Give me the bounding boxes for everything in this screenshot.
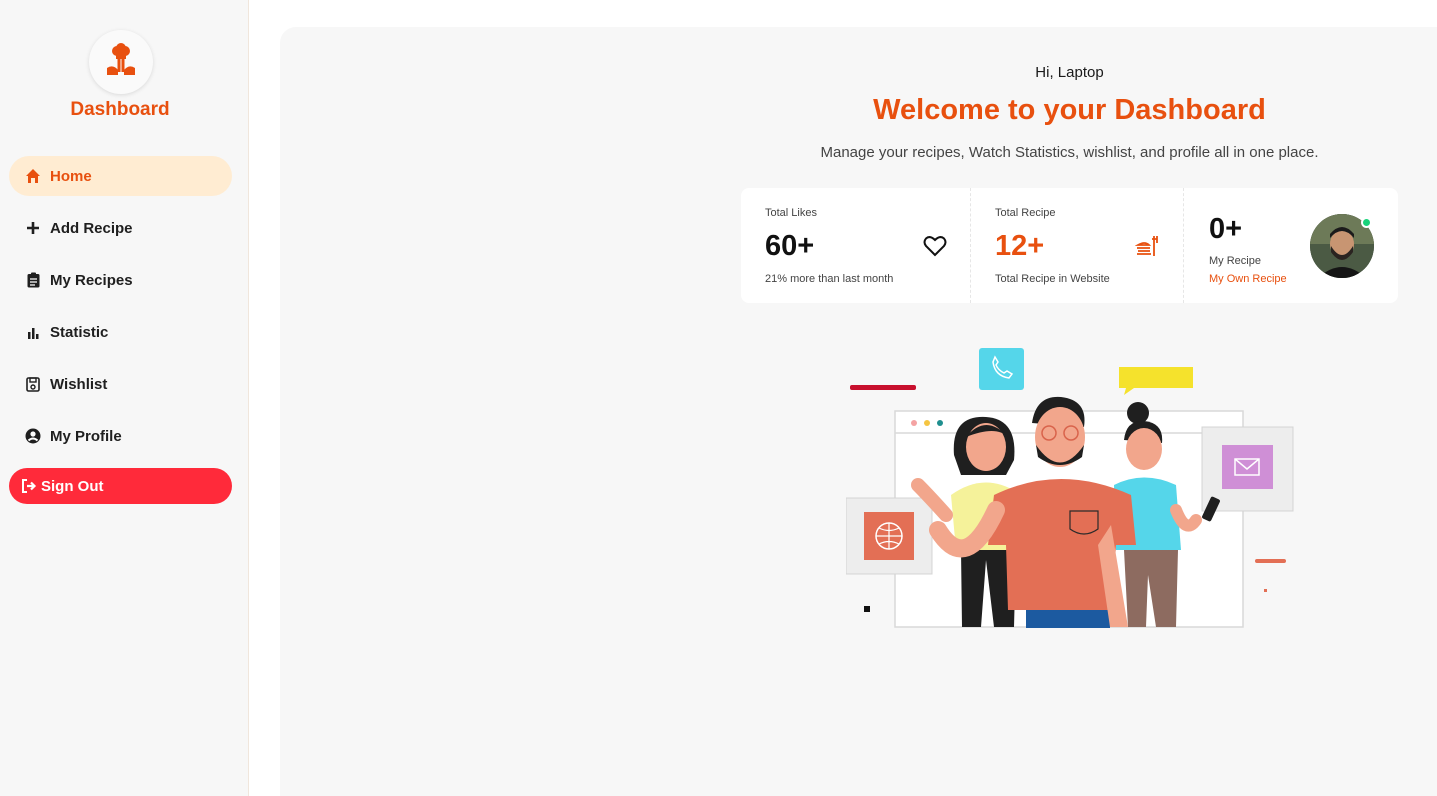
stat-value: 12+ [995,230,1045,262]
bar-chart-icon [25,324,41,340]
brand-title: Dashboard [70,99,170,120]
sign-out-label: Sign Out [41,477,104,495]
save-icon [25,376,41,392]
my-own-recipe-link[interactable]: My Own Recipe [1209,273,1287,285]
plus-icon [25,220,41,236]
sidebar-item-statistic[interactable]: Statistic [9,312,232,352]
stat-label: My Recipe [1209,255,1261,267]
stat-my-recipe: 0+ My Recipe My Own Recipe [1184,188,1398,303]
sidebar-item-label: Home [50,167,92,185]
sidebar-item-my-profile[interactable]: My Profile [9,416,232,456]
sidebar-item-label: Wishlist [50,375,108,393]
stat-value: 60+ [765,230,815,262]
chef-hat-icon[interactable] [89,30,153,94]
stat-value: 0+ [1209,213,1243,245]
page-title: Welcome to your Dashboard [873,94,1266,126]
greeting-text: Hi, Laptop [1035,64,1104,81]
clipboard-icon [25,272,41,288]
food-tray-icon [1134,233,1161,259]
heart-icon [922,233,948,259]
sidebar: Dashboard Home Add Recipe My Recipes Sta… [0,0,249,796]
online-status-dot [1361,217,1372,228]
sidebar-item-label: My Recipes [50,271,133,289]
sidebar-item-wishlist[interactable]: Wishlist [9,364,232,404]
stat-desc: Total Recipe in Website [995,273,1110,285]
sidebar-item-label: Add Recipe [50,219,133,237]
home-icon [25,168,41,184]
sidebar-item-my-recipes[interactable]: My Recipes [9,260,232,300]
sign-out-button[interactable]: Sign Out [9,468,232,504]
stat-label: Total Likes [765,207,817,219]
team-illustration [845,345,1296,630]
user-circle-icon [25,428,41,444]
stats-card: Total Likes 60+ 21% more than last month… [741,188,1398,303]
sidebar-item-add-recipe[interactable]: Add Recipe [9,208,232,248]
sidebar-item-label: Statistic [50,323,109,341]
page-subtitle: Manage your recipes, Watch Statistics, w… [820,144,1319,161]
stat-total-recipe: Total Recipe 12+ Total Recipe in Website [971,188,1184,303]
stat-desc: 21% more than last month [765,273,894,285]
stat-label: Total Recipe [995,207,1056,219]
stat-total-likes: Total Likes 60+ 21% more than last month [741,188,971,303]
sidebar-item-home[interactable]: Home [9,156,232,196]
sign-out-icon [21,478,37,494]
sidebar-item-label: My Profile [50,427,122,445]
